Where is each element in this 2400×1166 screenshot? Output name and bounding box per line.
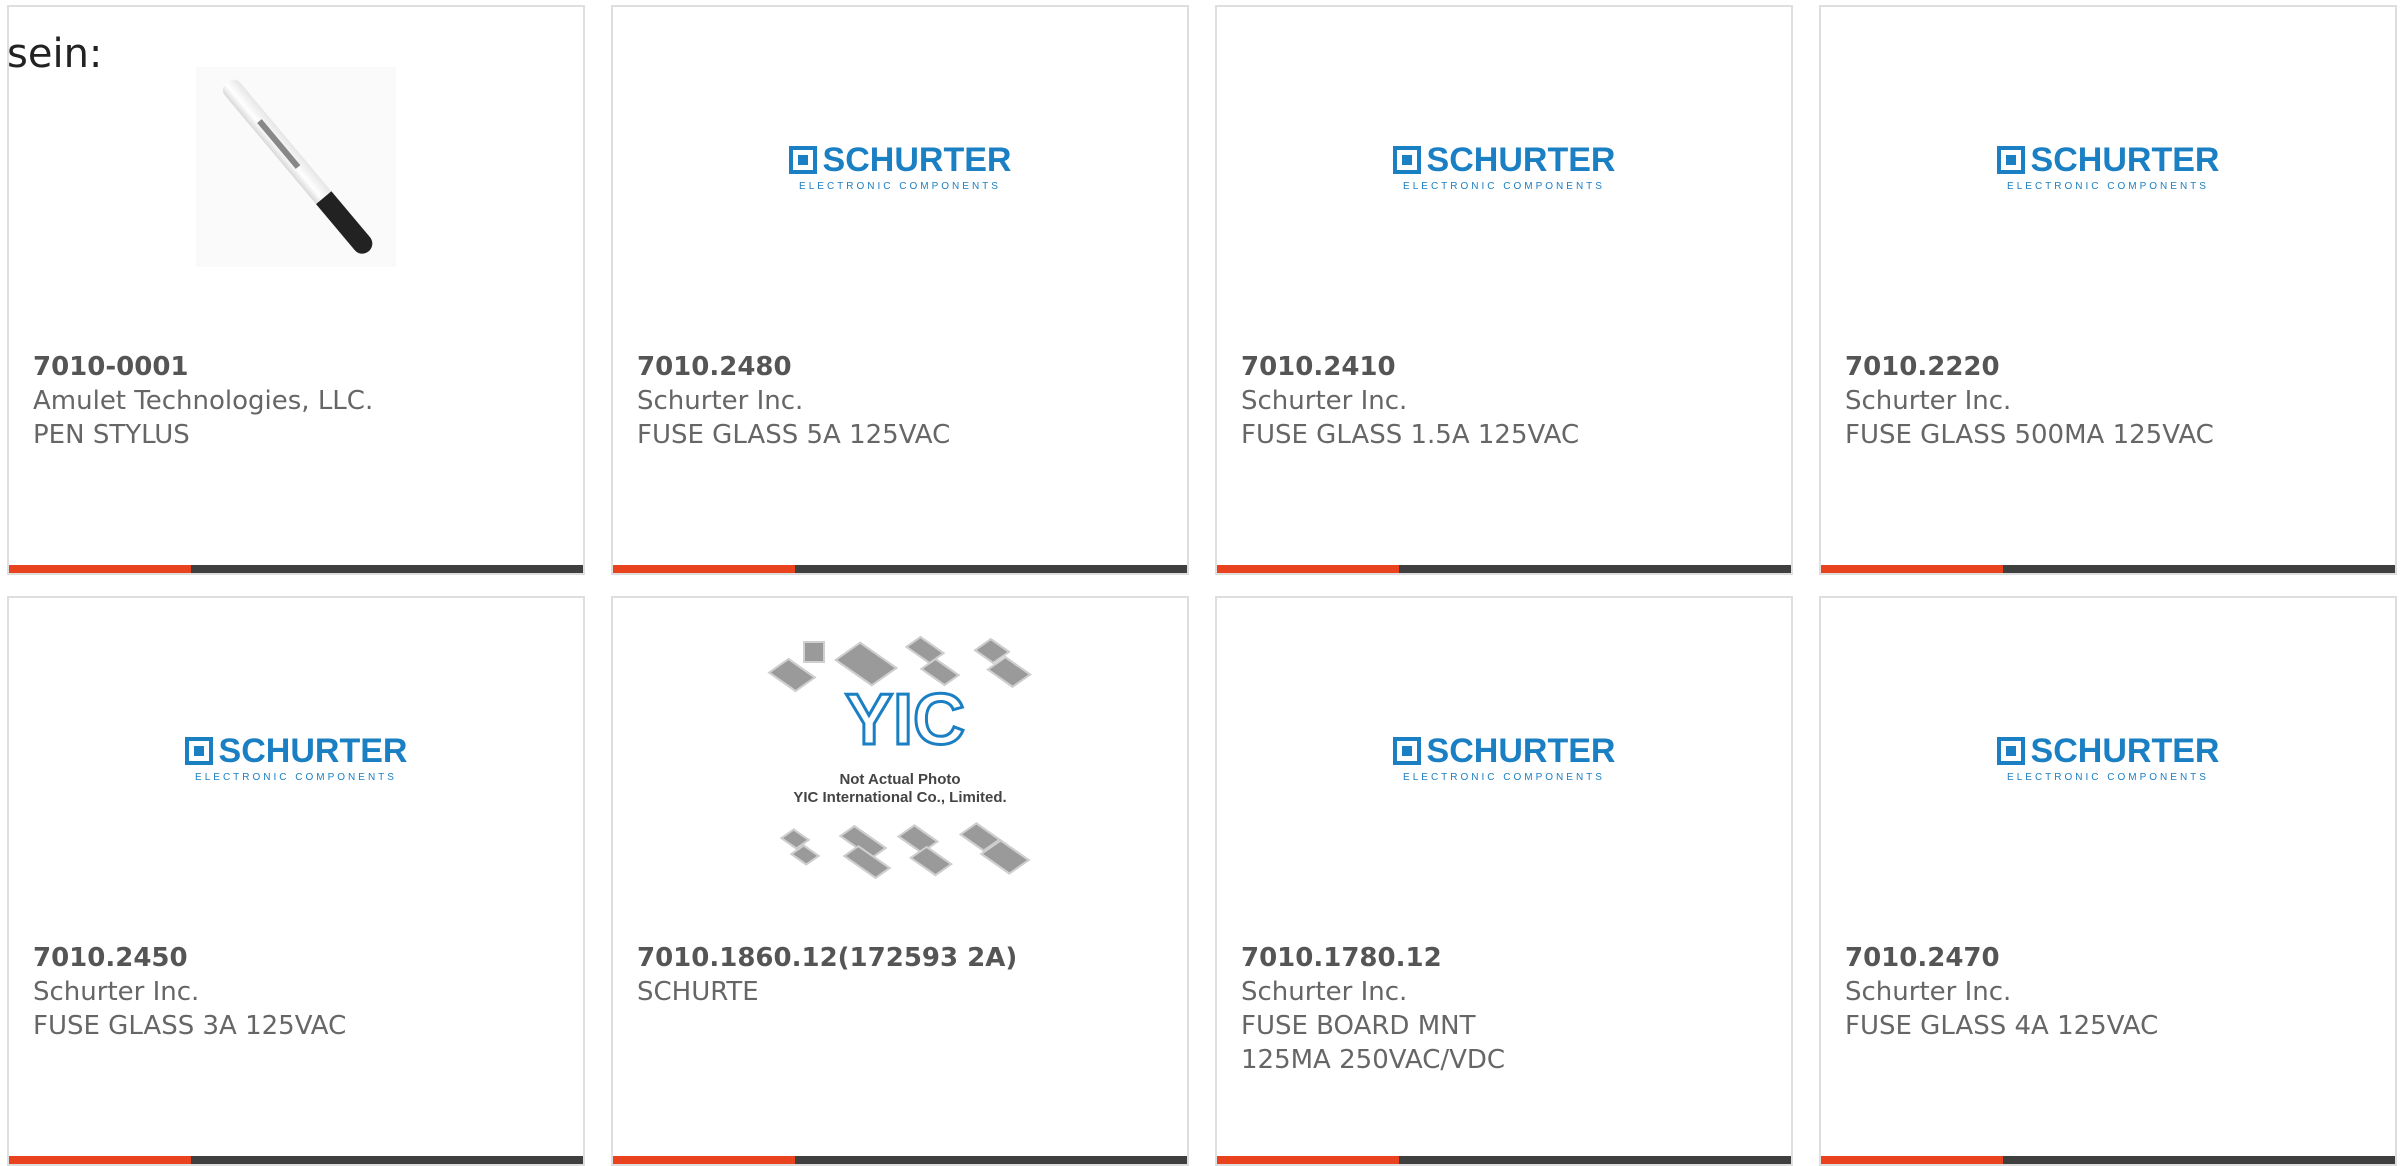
product-image[interactable]: SCHURTER ELECTRONIC COMPONENTS xyxy=(1821,37,2395,297)
product-image[interactable]: YIC Not Actual Photo YIC International C… xyxy=(613,628,1187,888)
product-part-number[interactable]: 7010.1860.12(172593 2A) xyxy=(637,941,1167,975)
product-grid: 7010-0001 Amulet Technologies, LLC. PEN … xyxy=(0,0,2400,1166)
product-info: 7010.2480 Schurter Inc. FUSE GLASS 5A 12… xyxy=(637,350,1167,452)
card-accent-bar xyxy=(9,1156,191,1164)
schurter-logo-word: SCHURTER xyxy=(2030,731,2220,770)
schurter-logo-word: SCHURTER xyxy=(1426,140,1616,179)
card-bottom-bar xyxy=(613,1156,1187,1164)
schurter-logo-subtitle: ELECTRONIC COMPONENTS xyxy=(2007,771,2209,783)
schurter-logo-word: SCHURTER xyxy=(1426,731,1616,770)
schurter-logo: SCHURTER ELECTRONIC COMPONENTS xyxy=(1392,731,1616,783)
schurter-mark-icon xyxy=(788,145,817,174)
product-manufacturer: Schurter Inc. xyxy=(1845,386,2012,416)
product-description: PEN STYLUS xyxy=(33,420,190,450)
product-part-number[interactable]: 7010.2450 xyxy=(33,941,563,975)
schurter-mark-icon xyxy=(1996,145,2025,174)
schurter-mark-icon xyxy=(1392,145,1421,174)
product-info: 7010.2470 Schurter Inc. FUSE GLASS 4A 12… xyxy=(1845,941,2375,1043)
product-card[interactable]: SCHURTER ELECTRONIC COMPONENTS 7010.2220… xyxy=(1819,5,2397,575)
product-part-number[interactable]: 7010.2470 xyxy=(1845,941,2375,975)
chip-graphic xyxy=(767,657,817,693)
schurter-logo-subtitle: ELECTRONIC COMPONENTS xyxy=(2007,180,2209,192)
card-bottom-bar xyxy=(1217,565,1791,573)
schurter-logo-subtitle: ELECTRONIC COMPONENTS xyxy=(195,771,397,783)
product-description: FUSE GLASS 3A 125VAC xyxy=(33,1011,347,1041)
card-bottom-bar xyxy=(9,1156,583,1164)
product-description: FUSE GLASS 500MA 125VAC xyxy=(1845,420,2214,450)
schurter-logo: SCHURTER ELECTRONIC COMPONENTS xyxy=(184,731,408,783)
card-accent-bar xyxy=(1821,565,2003,573)
schurter-mark-icon xyxy=(1996,736,2025,765)
schurter-logo-subtitle: ELECTRONIC COMPONENTS xyxy=(1403,771,1605,783)
product-info: 7010.2450 Schurter Inc. FUSE GLASS 3A 12… xyxy=(33,941,563,1043)
product-info: 7010.2220 Schurter Inc. FUSE GLASS 500MA… xyxy=(1845,350,2375,452)
yic-logo: YIC xyxy=(844,680,967,760)
card-bottom-bar xyxy=(613,565,1187,573)
pen-stylus-image xyxy=(196,67,396,267)
product-part-number[interactable]: 7010.2410 xyxy=(1241,350,1771,384)
intro-text: sein: xyxy=(7,31,103,77)
card-bottom-bar xyxy=(9,565,583,573)
schurter-mark-icon xyxy=(1392,736,1421,765)
card-bottom-bar xyxy=(1217,1156,1791,1164)
product-part-number[interactable]: 7010.2220 xyxy=(1845,350,2375,384)
product-card[interactable]: SCHURTER ELECTRONIC COMPONENTS 7010.1780… xyxy=(1215,596,1793,1166)
yic-caption-line-1: Not Actual Photo xyxy=(839,771,961,788)
pen-label xyxy=(257,119,301,169)
schurter-logo-subtitle: ELECTRONIC COMPONENTS xyxy=(1403,180,1605,192)
chip-graphic xyxy=(803,641,825,663)
pen-body xyxy=(219,76,377,258)
product-card[interactable]: 7010-0001 Amulet Technologies, LLC. PEN … xyxy=(7,5,585,575)
product-card[interactable]: SCHURTER ELECTRONIC COMPONENTS 7010.2410… xyxy=(1215,5,1793,575)
product-manufacturer: Schurter Inc. xyxy=(1241,386,1408,416)
schurter-logo-word: SCHURTER xyxy=(218,731,408,770)
card-accent-bar xyxy=(613,565,795,573)
card-bottom-bar xyxy=(1821,1156,2395,1164)
card-accent-bar xyxy=(1217,565,1399,573)
product-card[interactable]: YIC Not Actual Photo YIC International C… xyxy=(611,596,1189,1166)
schurter-logo-word: SCHURTER xyxy=(822,140,1012,179)
product-part-number[interactable]: 7010-0001 xyxy=(33,350,563,384)
card-accent-bar xyxy=(1821,1156,2003,1164)
product-info: 7010.2410 Schurter Inc. FUSE GLASS 1.5A … xyxy=(1241,350,1771,452)
product-card[interactable]: SCHURTER ELECTRONIC COMPONENTS 7010.2450… xyxy=(7,596,585,1166)
product-info: 7010-0001 Amulet Technologies, LLC. PEN … xyxy=(33,350,563,452)
product-manufacturer: Schurter Inc. xyxy=(1241,977,1408,1007)
product-description: FUSE GLASS 1.5A 125VAC xyxy=(1241,420,1580,450)
product-description: FUSE GLASS 4A 125VAC xyxy=(1845,1011,2159,1041)
product-image[interactable]: SCHURTER ELECTRONIC COMPONENTS xyxy=(1821,628,2395,888)
card-bottom-bar xyxy=(1821,565,2395,573)
card-accent-bar xyxy=(9,565,191,573)
product-manufacturer: Schurter Inc. xyxy=(33,977,200,1007)
yic-placeholder-image: YIC Not Actual Photo YIC International C… xyxy=(765,633,1035,883)
pen-grip xyxy=(316,191,377,258)
product-description: FUSE BOARD MNT 125MA 250VAC/VDC xyxy=(1241,1011,1506,1075)
product-manufacturer: SCHURTE xyxy=(637,977,759,1007)
product-card[interactable]: SCHURTER ELECTRONIC COMPONENTS 7010.2470… xyxy=(1819,596,2397,1166)
yic-caption-line-2: YIC International Co., Limited. xyxy=(793,789,1007,806)
card-accent-bar xyxy=(1217,1156,1399,1164)
product-description: FUSE GLASS 5A 125VAC xyxy=(637,420,951,450)
schurter-logo: SCHURTER ELECTRONIC COMPONENTS xyxy=(1996,140,2220,192)
schurter-logo: SCHURTER ELECTRONIC COMPONENTS xyxy=(1996,731,2220,783)
product-image[interactable]: SCHURTER ELECTRONIC COMPONENTS xyxy=(1217,37,1791,297)
schurter-logo-word: SCHURTER xyxy=(2030,140,2220,179)
product-part-number[interactable]: 7010.2480 xyxy=(637,350,1167,384)
schurter-logo-subtitle: ELECTRONIC COMPONENTS xyxy=(799,180,1001,192)
product-info: 7010.1860.12(172593 2A) SCHURTE xyxy=(637,941,1167,1009)
product-info: 7010.1780.12 Schurter Inc. FUSE BOARD MN… xyxy=(1241,941,1771,1077)
product-image[interactable]: SCHURTER ELECTRONIC COMPONENTS xyxy=(613,37,1187,297)
card-accent-bar xyxy=(613,1156,795,1164)
schurter-mark-icon xyxy=(184,736,213,765)
product-manufacturer: Schurter Inc. xyxy=(637,386,804,416)
schurter-logo: SCHURTER ELECTRONIC COMPONENTS xyxy=(788,140,1012,192)
product-card[interactable]: SCHURTER ELECTRONIC COMPONENTS 7010.2480… xyxy=(611,5,1189,575)
product-part-number[interactable]: 7010.1780.12 xyxy=(1241,941,1771,975)
schurter-logo: SCHURTER ELECTRONIC COMPONENTS xyxy=(1392,140,1616,192)
product-image[interactable]: SCHURTER ELECTRONIC COMPONENTS xyxy=(9,628,583,888)
product-image[interactable]: SCHURTER ELECTRONIC COMPONENTS xyxy=(1217,628,1791,888)
product-manufacturer: Schurter Inc. xyxy=(1845,977,2012,1007)
product-manufacturer: Amulet Technologies, LLC. xyxy=(33,386,374,416)
